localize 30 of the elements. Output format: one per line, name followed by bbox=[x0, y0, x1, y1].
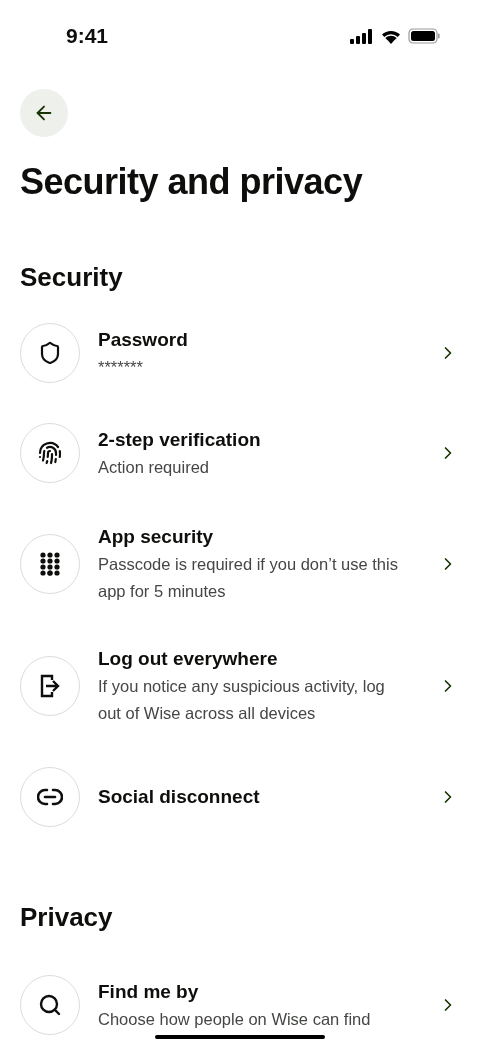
fingerprint-icon bbox=[38, 441, 62, 465]
shield-icon bbox=[38, 341, 62, 365]
status-time: 9:41 bbox=[66, 23, 109, 50]
section-heading: Privacy bbox=[20, 901, 114, 933]
row-subtitle: ******* bbox=[98, 356, 144, 378]
search-icon bbox=[38, 993, 62, 1017]
row-subtitle: Action required bbox=[98, 456, 210, 478]
row-title: Social disconnect bbox=[98, 785, 261, 809]
logout-icon bbox=[39, 674, 61, 698]
settings-row[interactable]: Log out everywhere If you notice any suspicious activity, log out of Wise across all devices bbox=[0, 645, 480, 727]
back-button[interactable] bbox=[20, 89, 68, 137]
unlink-icon bbox=[37, 787, 63, 807]
settings-row[interactable]: Password ******* bbox=[0, 323, 480, 383]
row-title: 2-step verification bbox=[98, 427, 262, 452]
row-title: Password bbox=[98, 327, 189, 352]
settings-row[interactable]: 2-step verification Action required bbox=[0, 423, 480, 483]
row-title: Log out everywhere bbox=[98, 647, 279, 671]
keypad-icon bbox=[39, 552, 61, 576]
row-subtitle: If you notice any suspicious activity, log out of Wise across all devices bbox=[98, 676, 386, 724]
settings-row[interactable]: App security Passcode is required if you don’t use this app for 5 minutes bbox=[0, 523, 480, 605]
row-subtitle: Choose how people on Wise can find bbox=[98, 1008, 372, 1030]
page-title: Security and privacy bbox=[20, 160, 364, 204]
settings-row[interactable]: Social disconnect bbox=[0, 767, 480, 827]
signal-icon bbox=[350, 28, 374, 44]
section-heading: Security bbox=[20, 261, 124, 293]
row-title: Find me by bbox=[98, 979, 200, 1004]
row-title: App security bbox=[98, 525, 215, 549]
wifi-icon bbox=[380, 28, 402, 44]
battery-icon bbox=[408, 28, 440, 44]
row-subtitle: Passcode is required if you don’t use this app for 5 minutes bbox=[98, 554, 398, 602]
